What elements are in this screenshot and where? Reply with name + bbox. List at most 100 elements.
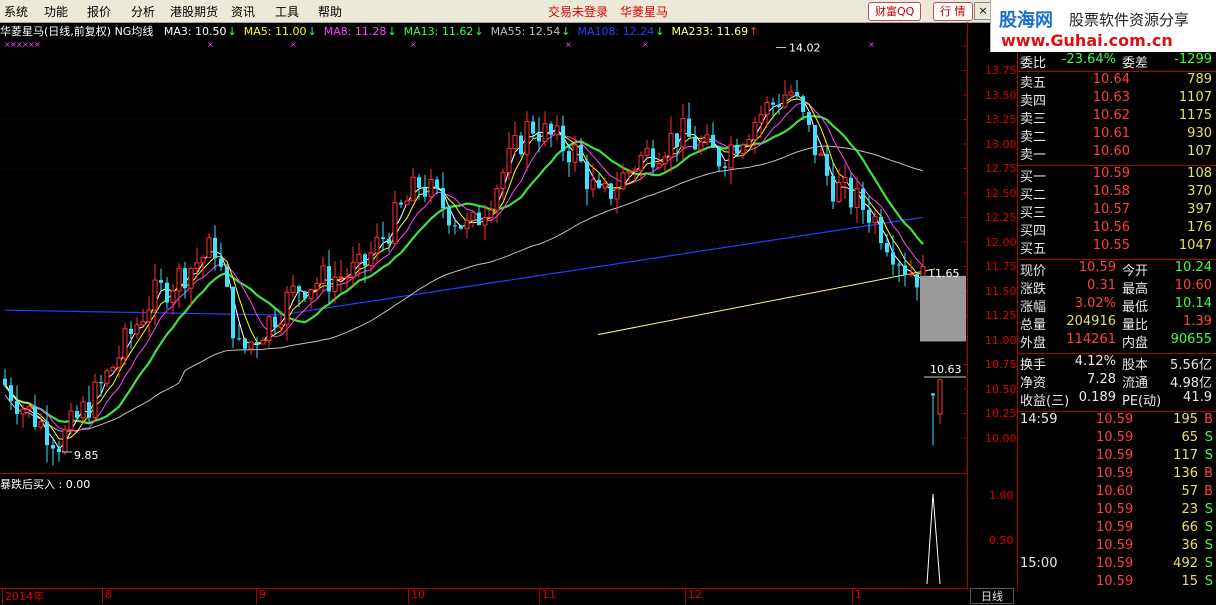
buy-level-label: 买四 <box>1020 224 1047 239</box>
buy-level-row[interactable]: 买三 10.57 397 <box>1018 202 1216 221</box>
tick-side: B <box>1204 466 1213 481</box>
buy-level-volume: 1047 <box>1178 238 1212 253</box>
candle-body <box>542 123 548 142</box>
sub-y-tick-label: 1.00 <box>989 489 1014 502</box>
candle-body <box>435 179 439 189</box>
stat-label: 涨跌 <box>1020 282 1047 297</box>
candle-body <box>68 410 74 431</box>
tick-time: 14:59 <box>1020 412 1058 427</box>
period-selector[interactable]: 日线 <box>970 588 1014 604</box>
y-tick-label: 10.50 <box>985 382 1017 396</box>
info-row[interactable]: 净资 7.28 流通 4.98亿 <box>1018 372 1216 391</box>
tick-row: 10.59 23 S <box>1018 502 1216 520</box>
candle-body <box>813 125 817 156</box>
candle-body <box>908 273 914 276</box>
candle-body <box>572 144 578 163</box>
candle-body <box>273 316 277 328</box>
x-tick-label: 10 <box>411 588 425 601</box>
tick-side: B <box>1204 484 1213 499</box>
candle-body <box>831 175 835 202</box>
buy-level-price: 10.58 <box>1092 184 1130 199</box>
tick-price: 10.59 <box>1096 466 1134 481</box>
info-row[interactable]: 收益(三) 0.189 PE(动) 41.9 <box>1018 390 1216 409</box>
sell-level-row[interactable]: 卖一 10.60 107 <box>1018 144 1216 163</box>
candle-body <box>597 179 601 188</box>
ma13-line <box>4 114 924 425</box>
candle-body <box>651 148 655 168</box>
stat-row[interactable]: 涨幅 3.02% 最低 10.14 <box>1018 296 1216 315</box>
y-tick-label: 10.75 <box>985 358 1017 371</box>
sell-level-label: 卖五 <box>1020 76 1047 91</box>
stat-label: 外盘 <box>1020 336 1047 351</box>
y-tick-label: 12.00 <box>985 235 1017 249</box>
candle-body <box>825 154 829 176</box>
buy-level-row[interactable]: 买一 10.59 108 <box>1018 166 1216 185</box>
candle-body <box>57 448 61 453</box>
candle-body <box>470 212 476 221</box>
candle-body <box>771 102 775 105</box>
stat-value: 3.02% <box>1074 296 1116 311</box>
candle-body <box>807 112 811 126</box>
signal-marker: × <box>868 40 875 49</box>
y-axis-line <box>967 22 968 590</box>
info-value: 4.12% <box>1074 354 1116 369</box>
candle-body <box>740 144 746 155</box>
buy-level-row[interactable]: 买二 10.58 370 <box>1018 184 1216 203</box>
weicha-value: -1299 <box>1174 52 1212 67</box>
candle-body <box>62 429 68 453</box>
sell-level-row[interactable]: 卖二 10.61 930 <box>1018 126 1216 145</box>
ma233-line <box>597 268 936 336</box>
tick-price: 10.59 <box>1096 574 1134 589</box>
candle-body <box>717 147 721 167</box>
stat-row[interactable]: 现价 10.59 今开 10.24 <box>1018 260 1216 279</box>
weibi-row[interactable]: 委比 -23.64% 委差 -1299 <box>1018 52 1216 71</box>
low-annotation: 9.85 <box>74 449 99 462</box>
info-value-2: 5.56亿 <box>1170 358 1212 373</box>
candle-body <box>278 323 284 329</box>
stat-label-2: 最高 <box>1122 282 1149 297</box>
sell-level-row[interactable]: 卖五 10.64 789 <box>1018 72 1216 91</box>
candle-body <box>200 256 206 264</box>
candle-body <box>447 208 451 226</box>
sell-level-row[interactable]: 卖三 10.62 1175 <box>1018 108 1216 127</box>
candle-body <box>75 410 79 418</box>
candle-body <box>567 151 571 163</box>
signal-marker: × <box>565 40 572 49</box>
tick-volume: 57 <box>1181 484 1198 499</box>
price-chart[interactable]: 14.029.8511.6510.63× × × × × × × × × × × × <box>0 0 967 588</box>
brand-logo: 股海网 股票软件资源分享 www.Guhai.com.cn <box>990 0 1216 52</box>
candle-body <box>87 402 91 418</box>
candle-body <box>680 118 686 148</box>
signal-marker: × <box>410 40 417 49</box>
buy-level-row[interactable]: 买四 10.56 176 <box>1018 220 1216 239</box>
info-value: 7.28 <box>1087 372 1116 387</box>
stat-value-2: 10.24 <box>1174 260 1212 275</box>
y-tick-label: 11.50 <box>985 284 1017 298</box>
candle-body <box>602 182 608 189</box>
sell-level-label: 卖三 <box>1020 112 1047 127</box>
stat-row[interactable]: 总量 204916 量比 1.39 <box>1018 314 1216 333</box>
x-tick-label: 1 <box>855 588 862 601</box>
sell-level-row[interactable]: 卖四 10.63 1107 <box>1018 90 1216 109</box>
candle-body <box>758 114 764 124</box>
candle-body <box>590 179 596 190</box>
weibi-label: 委比 <box>1020 56 1047 71</box>
buy-level-row[interactable]: 买五 10.55 1047 <box>1018 238 1216 257</box>
candle-body <box>303 291 307 299</box>
tick-volume: 23 <box>1181 502 1198 517</box>
candle-body <box>801 96 805 113</box>
stat-label: 现价 <box>1020 264 1047 279</box>
candle-body <box>194 262 200 269</box>
candle-body <box>614 188 620 200</box>
candle-body <box>308 289 314 300</box>
stat-label-2: 最低 <box>1122 300 1149 315</box>
stat-row[interactable]: 涨跌 0.31 最高 10.60 <box>1018 278 1216 297</box>
candle-body <box>644 147 650 156</box>
info-row[interactable]: 换手 4.12% 股本 5.56亿 <box>1018 354 1216 373</box>
candle-body <box>9 385 13 401</box>
candle-body <box>110 366 116 372</box>
candle-body <box>668 132 674 158</box>
stat-row[interactable]: 外盘 114261 内盘 90655 <box>1018 332 1216 351</box>
y-tick-label: 12.25 <box>985 211 1017 224</box>
sell-level-label: 卖四 <box>1020 94 1047 109</box>
